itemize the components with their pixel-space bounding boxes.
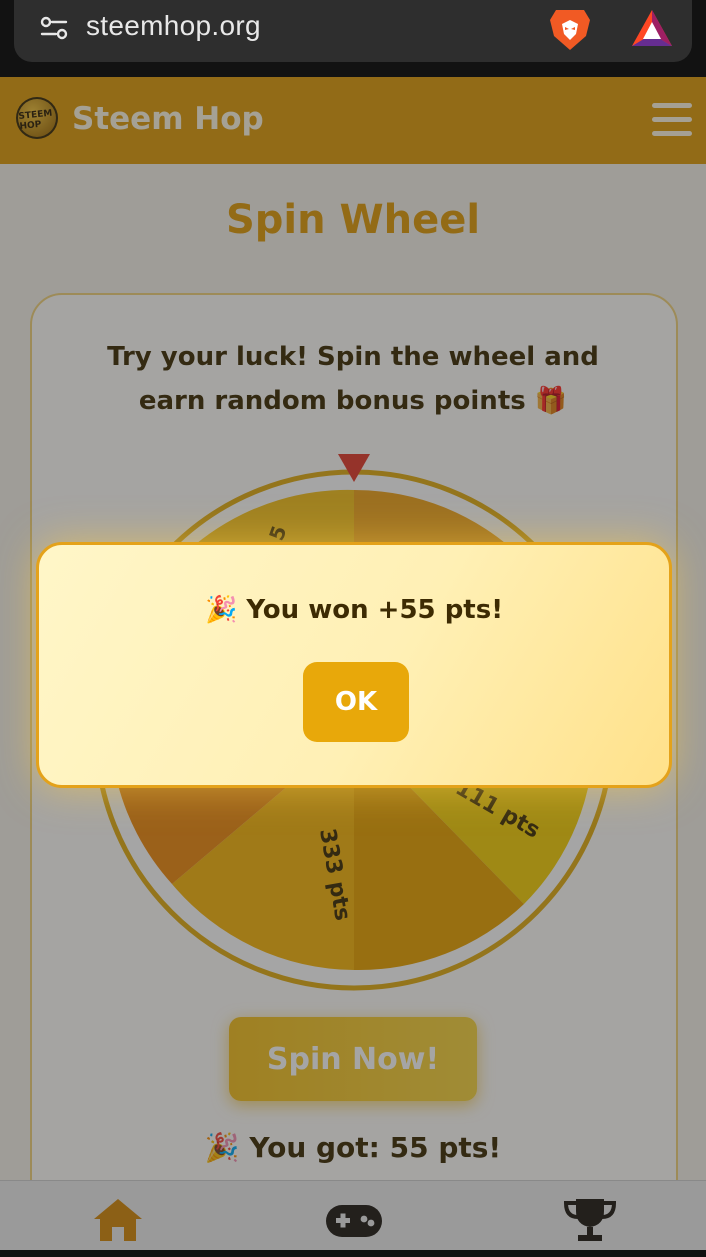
url-text[interactable]: steemhop.org bbox=[86, 10, 261, 42]
system-nav-strip bbox=[0, 1250, 706, 1257]
site-settings-icon[interactable] bbox=[40, 14, 68, 42]
browser-chrome: steemhop.org bbox=[0, 0, 706, 77]
modal-message: 🎉 You won +55 pts! bbox=[204, 595, 504, 625]
brave-lion-icon[interactable] bbox=[548, 6, 592, 52]
win-modal: 🎉 You won +55 pts! OK bbox=[36, 542, 672, 788]
brave-rewards-icon[interactable] bbox=[630, 8, 674, 48]
address-bar[interactable]: steemhop.org bbox=[14, 0, 692, 62]
ok-button[interactable]: OK bbox=[303, 662, 409, 742]
